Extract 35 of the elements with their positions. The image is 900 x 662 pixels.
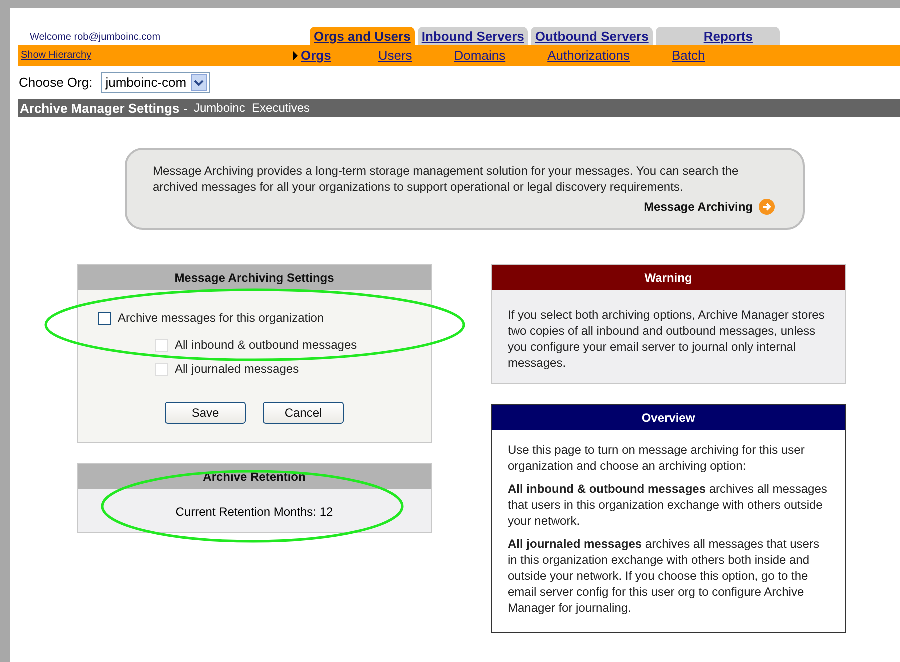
- triangle-icon: [293, 50, 298, 60]
- checkbox-label: All journaled messages: [175, 362, 300, 376]
- info-text: Message Archiving provides a long-term storage management solution for your messages. You can search the archived messages for all your organizations to support operational or legal discovery requirements.: [153, 163, 740, 195]
- page-title: Archive Manager Settings: [20, 100, 180, 116]
- warning-text: If you select both archiving options, Archive Manager stores two copies of all inbound and outbound messages, unless you configure your email server to journal only internal messages.: [507, 307, 826, 372]
- overview-header: Overview: [492, 405, 845, 430]
- org-select[interactable]: jumboinc-com: [100, 72, 210, 93]
- subnav-link[interactable]: Authorizations: [548, 48, 630, 63]
- overview-paragraph: Use this page to turn on message archiving for this user organization and choose an archiving option:: [508, 442, 806, 474]
- checkbox-label: Archive messages for this organization: [118, 311, 324, 325]
- welcome-text: Welcome rob@jumboinc.com: [29, 32, 162, 45]
- panel-header: Message Archiving Settings: [78, 265, 431, 290]
- overview-paragraph: All inbound & outbound messages archives all messages that users in this organization exchange with others outside your network.: [508, 481, 828, 529]
- choose-org-label: Choose Org:: [19, 75, 93, 90]
- retention-text: Current Retention Months: 12: [176, 505, 334, 519]
- checkbox-label: All inbound & outbound messages: [175, 338, 358, 352]
- warning-header: Warning: [492, 265, 845, 290]
- nav-tab[interactable]: Orgs and Users: [310, 27, 415, 45]
- title-separator: -: [184, 100, 188, 116]
- panel-header: Archive Retention: [78, 464, 431, 489]
- arrow-circle-icon: [759, 199, 775, 215]
- subnav-link[interactable]: Domains: [454, 48, 506, 63]
- cancel-button[interactable]: Cancel: [263, 402, 344, 424]
- message-archiving-link[interactable]: Message Archiving: [644, 200, 753, 214]
- save-button[interactable]: Save: [165, 402, 246, 424]
- show-hierarchy-link[interactable]: Show Hierarchy: [18, 50, 293, 61]
- nav-tab[interactable]: Outbound Servers: [531, 27, 653, 45]
- nav-tab[interactable]: Inbound Servers: [418, 27, 528, 45]
- org-name: Jumboinc Executives: [194, 101, 310, 115]
- overview-paragraph: All journaled messages archives all messages that users in this organization exchange with others both inside and outside your network. If you choose this option, go to the email server config for this user org to configure Archive Manager for journaling.: [508, 536, 820, 616]
- subnav-link[interactable]: Users: [378, 48, 412, 63]
- subnav-link[interactable]: Orgs: [301, 48, 332, 63]
- subnav-link[interactable]: Batch: [672, 48, 706, 63]
- nav-tab[interactable]: Reports: [656, 27, 780, 45]
- checkbox[interactable]: [98, 312, 111, 324]
